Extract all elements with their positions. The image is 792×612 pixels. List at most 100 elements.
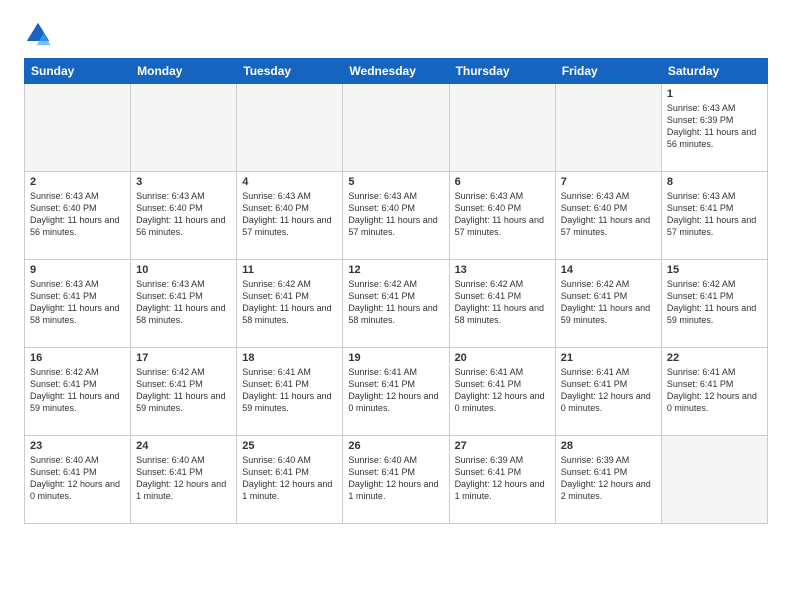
day-number: 15 <box>667 264 762 276</box>
day-number: 12 <box>348 264 443 276</box>
day-number: 26 <box>348 440 443 452</box>
calendar-cell <box>131 84 237 172</box>
day-number: 28 <box>561 440 656 452</box>
calendar-cell: 3 Sunrise: 6:43 AMSunset: 6:40 PMDaylight… <box>131 172 237 260</box>
calendar-cell <box>237 84 343 172</box>
calendar: SundayMondayTuesdayWednesdayThursdayFrid… <box>24 58 768 524</box>
cell-info: Sunrise: 6:42 AMSunset: 6:41 PMDaylight:… <box>561 278 656 327</box>
cell-info: Sunrise: 6:40 AMSunset: 6:41 PMDaylight:… <box>30 454 125 503</box>
cell-info: Sunrise: 6:41 AMSunset: 6:41 PMDaylight:… <box>455 366 550 415</box>
cell-info: Sunrise: 6:42 AMSunset: 6:41 PMDaylight:… <box>667 278 762 327</box>
calendar-cell: 5 Sunrise: 6:43 AMSunset: 6:40 PMDaylight… <box>343 172 449 260</box>
day-number: 18 <box>242 352 337 364</box>
day-number: 17 <box>136 352 231 364</box>
calendar-cell: 6 Sunrise: 6:43 AMSunset: 6:40 PMDaylight… <box>449 172 555 260</box>
calendar-cell: 9 Sunrise: 6:43 AMSunset: 6:41 PMDaylight… <box>25 260 131 348</box>
calendar-day-header: Thursday <box>449 59 555 84</box>
day-number: 3 <box>136 176 231 188</box>
cell-info: Sunrise: 6:42 AMSunset: 6:41 PMDaylight:… <box>455 278 550 327</box>
header <box>24 20 768 48</box>
cell-info: Sunrise: 6:41 AMSunset: 6:41 PMDaylight:… <box>667 366 762 415</box>
cell-info: Sunrise: 6:41 AMSunset: 6:41 PMDaylight:… <box>561 366 656 415</box>
calendar-cell: 7Sunrise: 6:43 AMSunset: 6:40 PMDaylight… <box>555 172 661 260</box>
calendar-cell: 26 Sunrise: 6:40 AMSunset: 6:41 PMDayligh… <box>343 436 449 524</box>
cell-info: Sunrise: 6:43 AMSunset: 6:40 PMDaylight:… <box>455 190 550 239</box>
cell-info: Sunrise: 6:41 AMSunset: 6:41 PMDaylight:… <box>348 366 443 415</box>
day-number: 16 <box>30 352 125 364</box>
calendar-cell: 18 Sunrise: 6:41 AMSunset: 6:41 PMDayligh… <box>237 348 343 436</box>
day-number: 20 <box>455 352 550 364</box>
calendar-header-row: SundayMondayTuesdayWednesdayThursdayFrid… <box>25 59 768 84</box>
cell-info: Sunrise: 6:42 AMSunset: 6:41 PMDaylight:… <box>136 366 231 415</box>
day-number: 2 <box>30 176 125 188</box>
cell-info: Sunrise: 6:43 AMSunset: 6:40 PMDaylight:… <box>561 190 656 239</box>
day-number: 24 <box>136 440 231 452</box>
calendar-week-row: 23 Sunrise: 6:40 AMSunset: 6:41 PMDayligh… <box>25 436 768 524</box>
cell-info: Sunrise: 6:43 AMSunset: 6:41 PMDaylight:… <box>667 190 762 239</box>
calendar-cell <box>555 84 661 172</box>
calendar-cell: 10 Sunrise: 6:43 AMSunset: 6:41 PMDayligh… <box>131 260 237 348</box>
day-number: 6 <box>455 176 550 188</box>
cell-info: Sunrise: 6:40 AMSunset: 6:41 PMDaylight:… <box>136 454 231 503</box>
cell-info: Sunrise: 6:43 AMSunset: 6:40 PMDaylight:… <box>242 190 337 239</box>
cell-info: Sunrise: 6:41 AMSunset: 6:41 PMDaylight:… <box>242 366 337 415</box>
calendar-cell <box>343 84 449 172</box>
calendar-cell: 20 Sunrise: 6:41 AMSunset: 6:41 PMDayligh… <box>449 348 555 436</box>
cell-info: Sunrise: 6:39 AMSunset: 6:41 PMDaylight:… <box>455 454 550 503</box>
cell-info: Sunrise: 6:39 AMSunset: 6:41 PMDaylight:… <box>561 454 656 503</box>
cell-info: Sunrise: 6:43 AMSunset: 6:40 PMDaylight:… <box>30 190 125 239</box>
day-number: 5 <box>348 176 443 188</box>
calendar-cell: 17 Sunrise: 6:42 AMSunset: 6:41 PMDayligh… <box>131 348 237 436</box>
calendar-cell: 8Sunrise: 6:43 AMSunset: 6:41 PMDaylight… <box>661 172 767 260</box>
calendar-cell <box>661 436 767 524</box>
calendar-cell: 27 Sunrise: 6:39 AMSunset: 6:41 PMDayligh… <box>449 436 555 524</box>
cell-info: Sunrise: 6:42 AMSunset: 6:41 PMDaylight:… <box>30 366 125 415</box>
day-number: 11 <box>242 264 337 276</box>
calendar-cell: 23 Sunrise: 6:40 AMSunset: 6:41 PMDayligh… <box>25 436 131 524</box>
day-number: 23 <box>30 440 125 452</box>
cell-info: Sunrise: 6:40 AMSunset: 6:41 PMDaylight:… <box>348 454 443 503</box>
calendar-cell <box>449 84 555 172</box>
logo-icon <box>24 20 52 48</box>
cell-info: Sunrise: 6:42 AMSunset: 6:41 PMDaylight:… <box>242 278 337 327</box>
day-number: 19 <box>348 352 443 364</box>
calendar-day-header: Sunday <box>25 59 131 84</box>
calendar-day-header: Wednesday <box>343 59 449 84</box>
day-number: 22 <box>667 352 762 364</box>
calendar-cell: 25 Sunrise: 6:40 AMSunset: 6:41 PMDayligh… <box>237 436 343 524</box>
calendar-cell: 14Sunrise: 6:42 AMSunset: 6:41 PMDayligh… <box>555 260 661 348</box>
cell-info: Sunrise: 6:43 AMSunset: 6:40 PMDaylight:… <box>136 190 231 239</box>
day-number: 10 <box>136 264 231 276</box>
day-number: 9 <box>30 264 125 276</box>
calendar-week-row: 1 Sunrise: 6:43 AMSunset: 6:39 PMDaylight… <box>25 84 768 172</box>
calendar-week-row: 2 Sunrise: 6:43 AMSunset: 6:40 PMDaylight… <box>25 172 768 260</box>
calendar-week-row: 9 Sunrise: 6:43 AMSunset: 6:41 PMDaylight… <box>25 260 768 348</box>
calendar-cell: 21Sunrise: 6:41 AMSunset: 6:41 PMDayligh… <box>555 348 661 436</box>
calendar-day-header: Friday <box>555 59 661 84</box>
day-number: 4 <box>242 176 337 188</box>
calendar-cell: 24 Sunrise: 6:40 AMSunset: 6:41 PMDayligh… <box>131 436 237 524</box>
calendar-cell: 11 Sunrise: 6:42 AMSunset: 6:41 PMDayligh… <box>237 260 343 348</box>
cell-info: Sunrise: 6:43 AMSunset: 6:41 PMDaylight:… <box>136 278 231 327</box>
calendar-day-header: Monday <box>131 59 237 84</box>
calendar-cell: 1 Sunrise: 6:43 AMSunset: 6:39 PMDaylight… <box>661 84 767 172</box>
calendar-cell: 16 Sunrise: 6:42 AMSunset: 6:41 PMDayligh… <box>25 348 131 436</box>
logo <box>24 20 56 48</box>
day-number: 1 <box>667 88 762 100</box>
day-number: 25 <box>242 440 337 452</box>
calendar-cell: 22 Sunrise: 6:41 AMSunset: 6:41 PMDayligh… <box>661 348 767 436</box>
cell-info: Sunrise: 6:43 AMSunset: 6:40 PMDaylight:… <box>348 190 443 239</box>
calendar-cell: 4 Sunrise: 6:43 AMSunset: 6:40 PMDaylight… <box>237 172 343 260</box>
calendar-cell: 12 Sunrise: 6:42 AMSunset: 6:41 PMDayligh… <box>343 260 449 348</box>
calendar-cell: 28 Sunrise: 6:39 AMSunset: 6:41 PMDayligh… <box>555 436 661 524</box>
cell-info: Sunrise: 6:43 AMSunset: 6:39 PMDaylight:… <box>667 102 762 151</box>
cell-info: Sunrise: 6:42 AMSunset: 6:41 PMDaylight:… <box>348 278 443 327</box>
day-number: 27 <box>455 440 550 452</box>
calendar-day-header: Saturday <box>661 59 767 84</box>
calendar-week-row: 16 Sunrise: 6:42 AMSunset: 6:41 PMDayligh… <box>25 348 768 436</box>
cell-info: Sunrise: 6:43 AMSunset: 6:41 PMDaylight:… <box>30 278 125 327</box>
calendar-cell: 13Sunrise: 6:42 AMSunset: 6:41 PMDayligh… <box>449 260 555 348</box>
calendar-day-header: Tuesday <box>237 59 343 84</box>
cell-info: Sunrise: 6:40 AMSunset: 6:41 PMDaylight:… <box>242 454 337 503</box>
calendar-cell: 2 Sunrise: 6:43 AMSunset: 6:40 PMDaylight… <box>25 172 131 260</box>
